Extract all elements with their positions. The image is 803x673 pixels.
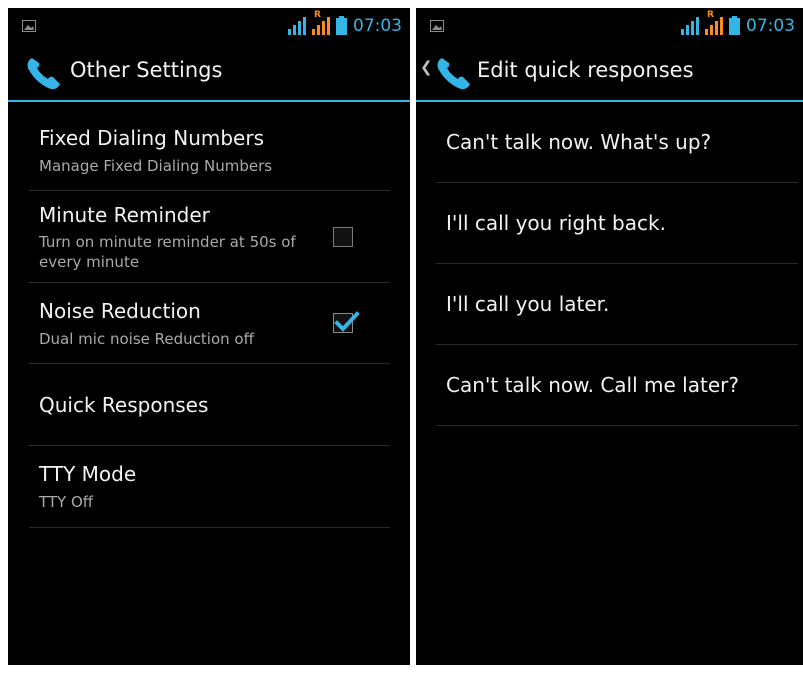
quick-response-item[interactable]: Can't talk now. What's up?	[436, 102, 798, 183]
quick-response-item[interactable]: I'll call you right back.	[436, 183, 798, 264]
settings-list: Fixed Dialing Numbers Manage Fixed Diali…	[29, 102, 390, 528]
pref-title: Quick Responses	[39, 393, 209, 417]
quick-responses-list: Can't talk now. What's up? I'll call you…	[436, 102, 798, 426]
pref-summary: Turn on minute reminder at 50s of every …	[39, 233, 296, 271]
quick-response-item[interactable]: Can't talk now. Call me later?	[436, 345, 798, 426]
status-bar: R 07:03	[8, 8, 410, 44]
action-bar: ❮ Edit quick responses	[416, 44, 803, 102]
page-title: Edit quick responses	[477, 58, 694, 82]
noise-reduction-checkbox[interactable]	[333, 311, 360, 333]
status-time: 07:03	[353, 16, 402, 36]
quick-response-text: I'll call you later.	[446, 292, 610, 316]
pref-quick-responses[interactable]: Quick Responses	[29, 364, 390, 446]
pref-minute-reminder[interactable]: Minute Reminder Turn on minute reminder …	[29, 191, 390, 283]
phone-icon[interactable]	[24, 52, 64, 92]
gallery-notification-icon	[430, 20, 444, 32]
page-title: Other Settings	[70, 58, 223, 82]
signal-icon	[681, 17, 699, 35]
roaming-signal-icon: R	[705, 10, 725, 39]
pref-title: Fixed Dialing Numbers	[39, 126, 264, 150]
pref-title: Minute Reminder	[39, 203, 210, 227]
edit-quick-responses-screen: R 07:03 ❮ Edit quick responses Can't tal…	[416, 8, 803, 665]
battery-icon	[729, 16, 740, 35]
pref-fixed-dialing-numbers[interactable]: Fixed Dialing Numbers Manage Fixed Diali…	[29, 102, 390, 191]
checkmark-icon	[334, 311, 360, 332]
phone-icon[interactable]	[434, 52, 474, 92]
roaming-signal-icon: R	[312, 10, 332, 39]
gallery-notification-icon	[22, 20, 36, 32]
other-settings-screen: R 07:03 Other Settings Fixed Dialing Num…	[8, 8, 410, 665]
pref-title: TTY Mode	[39, 462, 137, 486]
minute-reminder-checkbox[interactable]	[333, 227, 353, 247]
roaming-label: R	[314, 10, 321, 20]
pref-title: Noise Reduction	[39, 299, 201, 323]
pref-tty-mode[interactable]: TTY Mode TTY Off	[29, 446, 390, 528]
signal-icon	[288, 17, 306, 35]
quick-response-text: Can't talk now. Call me later?	[446, 373, 739, 397]
roaming-label: R	[707, 10, 714, 20]
status-bar: R 07:03	[416, 8, 803, 44]
quick-response-text: I'll call you right back.	[446, 211, 666, 235]
quick-response-text: Can't talk now. What's up?	[446, 130, 712, 154]
action-bar: Other Settings	[8, 44, 410, 102]
up-caret-icon[interactable]: ❮	[420, 58, 433, 76]
status-icons: R 07:03	[288, 10, 402, 39]
pref-summary: Dual mic noise Reduction off	[39, 330, 254, 348]
pref-summary: Manage Fixed Dialing Numbers	[39, 157, 273, 175]
status-time: 07:03	[746, 16, 795, 36]
status-icons: R 07:03	[681, 10, 795, 39]
battery-icon	[336, 16, 347, 35]
quick-response-item[interactable]: I'll call you later.	[436, 264, 798, 345]
pref-summary: TTY Off	[39, 493, 94, 511]
pref-noise-reduction[interactable]: Noise Reduction Dual mic noise Reduction…	[29, 283, 390, 364]
